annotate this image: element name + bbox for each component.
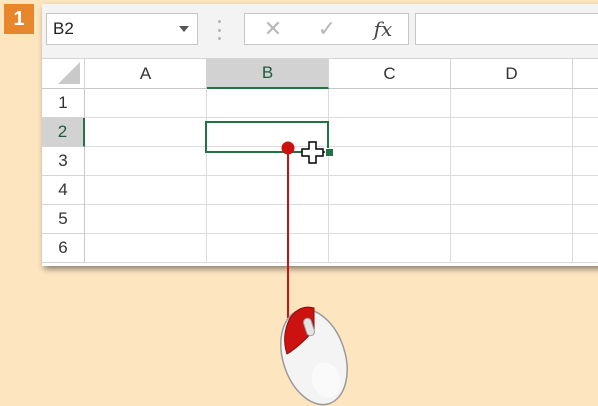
cell-c1[interactable]	[329, 89, 451, 118]
insert-function-button[interactable]: fx	[363, 14, 403, 44]
cancel-button[interactable]: ✕	[253, 14, 293, 44]
cell-a3[interactable]	[85, 147, 207, 176]
cell-d1[interactable]	[451, 89, 573, 118]
name-box[interactable]: B2	[46, 13, 198, 45]
column-header-b[interactable]: B	[207, 59, 329, 89]
cell-c3[interactable]	[329, 147, 451, 176]
select-all-button[interactable]	[42, 59, 85, 89]
cell-e5[interactable]	[573, 205, 598, 234]
cell-e6[interactable]	[573, 234, 598, 263]
cell-c2[interactable]	[329, 118, 451, 147]
cell-e1[interactable]	[573, 89, 598, 118]
formula-bar: B2 ✕ ✓ fx	[42, 4, 598, 59]
mouse-left-click-icon	[280, 306, 348, 406]
column-header-c[interactable]: C	[329, 59, 451, 89]
row-header-6[interactable]: 6	[42, 234, 85, 263]
cell-c5[interactable]	[329, 205, 451, 234]
cell-e3[interactable]	[573, 147, 598, 176]
column-header-d[interactable]: D	[451, 59, 573, 89]
cell-d6[interactable]	[451, 234, 573, 263]
spreadsheet-window: B2 ✕ ✓ fx A B C D 1 2 3 4 5 6	[42, 4, 598, 266]
cell-a5[interactable]	[85, 205, 207, 234]
enter-button[interactable]: ✓	[307, 14, 347, 44]
cell-a2[interactable]	[85, 118, 207, 147]
formula-input[interactable]	[415, 13, 598, 45]
active-cell-b2[interactable]	[205, 121, 329, 153]
cell-e2[interactable]	[573, 118, 598, 147]
column-header-partial[interactable]	[573, 59, 598, 89]
cell-a4[interactable]	[85, 176, 207, 205]
step-number-badge: 1	[4, 4, 34, 34]
fill-handle[interactable]	[325, 148, 334, 157]
cell-d5[interactable]	[451, 205, 573, 234]
row-header-4[interactable]: 4	[42, 176, 85, 205]
select-all-triangle-icon	[58, 62, 80, 84]
formula-bar-grip-icon	[217, 20, 221, 40]
cell-c6[interactable]	[329, 234, 451, 263]
cell-e4[interactable]	[573, 176, 598, 205]
cell-d2[interactable]	[451, 118, 573, 147]
row-header-2[interactable]: 2	[42, 118, 85, 147]
cell-d4[interactable]	[451, 176, 573, 205]
cell-b5[interactable]	[207, 205, 329, 234]
cell-b6[interactable]	[207, 234, 329, 263]
column-header-a[interactable]: A	[85, 59, 207, 89]
cell-c4[interactable]	[329, 176, 451, 205]
worksheet-grid: A B C D 1 2 3 4 5 6	[42, 59, 598, 266]
row-header-5[interactable]: 5	[42, 205, 85, 234]
name-box-value: B2	[53, 19, 74, 38]
row-header-3[interactable]: 3	[42, 147, 85, 176]
cell-a1[interactable]	[85, 89, 207, 118]
cell-b1[interactable]	[207, 89, 329, 118]
cell-a6[interactable]	[85, 234, 207, 263]
formula-buttons: ✕ ✓ fx	[244, 13, 409, 45]
cell-b4[interactable]	[207, 176, 329, 205]
cell-d3[interactable]	[451, 147, 573, 176]
row-header-1[interactable]: 1	[42, 89, 85, 118]
name-box-dropdown-icon[interactable]	[179, 26, 189, 32]
